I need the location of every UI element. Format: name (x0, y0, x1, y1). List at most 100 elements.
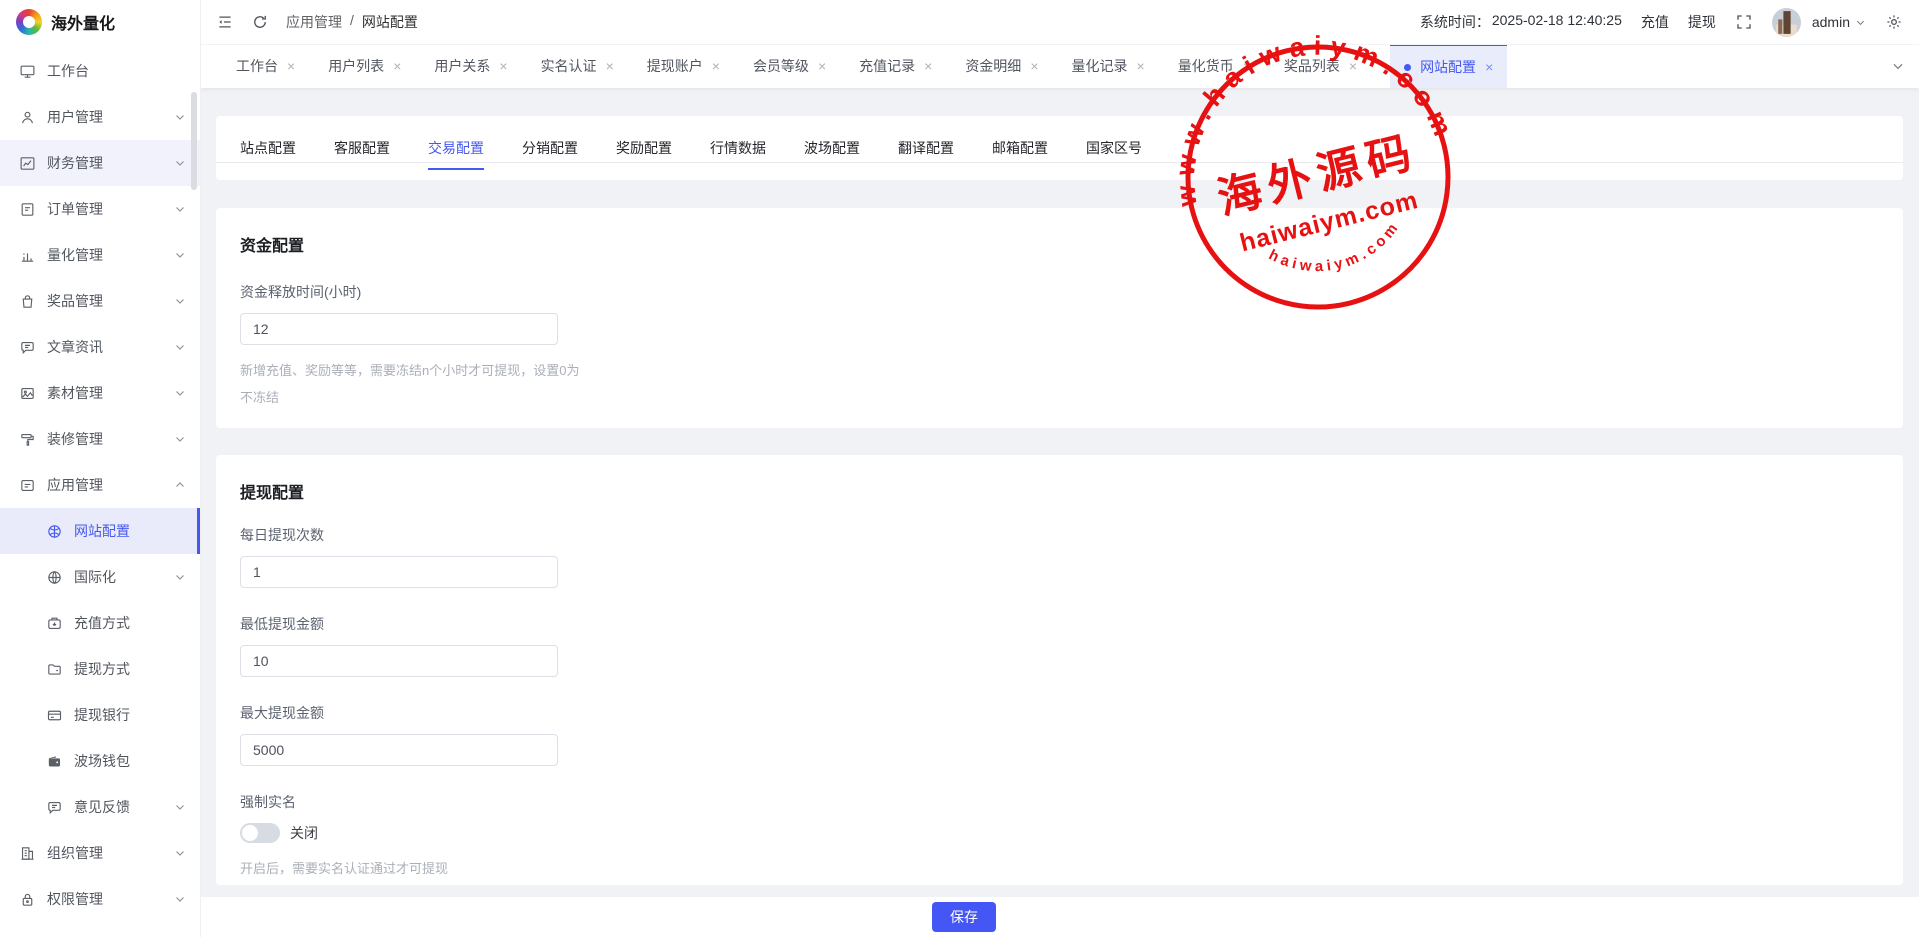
save-button[interactable]: 保存 (932, 902, 996, 932)
tab-member-level[interactable]: 会员等级 × (753, 44, 826, 88)
tab-options-chevron-icon[interactable] (1891, 59, 1905, 73)
subtab-market-data[interactable]: 行情数据 (710, 138, 766, 169)
tab-quant-records[interactable]: 量化记录 × (1072, 44, 1145, 88)
refresh-icon[interactable] (251, 13, 269, 31)
pay-icon (46, 615, 63, 632)
fullscreen-icon[interactable] (1735, 13, 1753, 31)
close-icon[interactable]: × (712, 59, 720, 73)
subtab-tron[interactable]: 波场配置 (804, 138, 860, 169)
close-icon[interactable]: × (924, 59, 932, 73)
subtab-site[interactable]: 站点配置 (240, 138, 296, 169)
top-header: 应用管理 / 网站配置 系统时间： 2025-02-18 12:40:25 充值… (200, 0, 1919, 45)
close-icon[interactable]: × (1030, 59, 1038, 73)
section-title: 资金配置 (240, 208, 1879, 256)
sidebar-item-order-mgmt[interactable]: 订单管理 (0, 186, 200, 232)
tab-quant-currency[interactable]: 量化货币 × (1178, 44, 1251, 88)
user-menu[interactable]: admin (1812, 14, 1866, 30)
sidebar-item-app-mgmt[interactable]: 应用管理 (0, 462, 200, 508)
chevron-up-icon (174, 479, 186, 491)
chevron-down-icon (174, 249, 186, 261)
close-icon[interactable]: × (393, 59, 401, 73)
sidebar-item-tron-wallet[interactable]: 波场钱包 (0, 738, 200, 784)
close-icon[interactable]: × (818, 59, 826, 73)
sidebar-item-feedback[interactable]: 意见反馈 (0, 784, 200, 830)
tab-label: 用户关系 (434, 56, 490, 76)
chart-icon (19, 155, 36, 172)
sidebar-item-org-mgmt[interactable]: 组织管理 (0, 830, 200, 876)
sidebar-item-quant-mgmt[interactable]: 量化管理 (0, 232, 200, 278)
chevron-down-icon (174, 203, 186, 215)
tab-label: 资金明细 (965, 56, 1021, 76)
subtab-trade[interactable]: 交易配置 (428, 138, 484, 169)
breadcrumb-parent[interactable]: 应用管理 (286, 12, 342, 32)
release-time-input[interactable] (240, 313, 558, 345)
sidebar-item-recharge-method[interactable]: 充值方式 (0, 600, 200, 646)
tab-user-list[interactable]: 用户列表 × (328, 44, 401, 88)
subtab-reward[interactable]: 奖励配置 (616, 138, 672, 169)
sidebar-item-workbench[interactable]: 工作台 (0, 48, 200, 94)
gear-icon[interactable] (1885, 13, 1903, 31)
sidebar-item-material-mgmt[interactable]: 素材管理 (0, 370, 200, 416)
tab-site-config[interactable]: 网站配置 × (1390, 44, 1507, 88)
tab-label: 充值记录 (859, 56, 915, 76)
close-icon[interactable]: × (606, 59, 614, 73)
tab-workbench[interactable]: 工作台 × (236, 44, 295, 88)
fund-config-card: 资金配置 资金释放时间(小时) 新增充值、奖励等等，需要冻结n个小时才可提现，设… (216, 208, 1903, 428)
subtab-translation[interactable]: 翻译配置 (898, 138, 954, 169)
tab-withdraw-account[interactable]: 提现账户 × (647, 44, 720, 88)
sidebar-item-decoration-mgmt[interactable]: 装修管理 (0, 416, 200, 462)
close-icon[interactable]: × (1485, 60, 1493, 74)
sidebar-item-article-news[interactable]: 文章资讯 (0, 324, 200, 370)
sidebar-item-label: 充值方式 (74, 613, 130, 633)
chevron-down-icon (174, 157, 186, 169)
tab-user-relations[interactable]: 用户关系 × (434, 44, 507, 88)
sidebar-item-label: 组织管理 (47, 843, 103, 863)
subtab-country-code[interactable]: 国家区号 (1086, 138, 1142, 169)
close-icon[interactable]: × (287, 59, 295, 73)
sidebar-item-withdraw-method[interactable]: 提现方式 (0, 646, 200, 692)
sidebar-item-i18n[interactable]: 国际化 (0, 554, 200, 600)
field-label-release-time: 资金释放时间(小时) (240, 282, 1879, 302)
user-icon (19, 109, 36, 126)
sidebar-item-prize-mgmt[interactable]: 奖品管理 (0, 278, 200, 324)
sidebar-item-label: 权限管理 (47, 889, 103, 909)
collapse-sidebar-icon[interactable] (216, 13, 234, 31)
globe-icon (46, 569, 63, 586)
recharge-button[interactable]: 充值 (1641, 12, 1669, 32)
field-label-max-amount: 最大提现金额 (240, 703, 1879, 723)
close-icon[interactable]: × (1349, 59, 1357, 73)
close-icon[interactable]: × (1243, 59, 1251, 73)
subtab-distribution[interactable]: 分销配置 (522, 138, 578, 169)
avatar-image (1772, 8, 1801, 37)
force-realname-toggle[interactable] (240, 823, 280, 843)
chevron-down-icon (1855, 17, 1866, 28)
app-logo-row: 海外量化 (0, 0, 200, 44)
tab-prize-list[interactable]: 奖品列表 × (1284, 44, 1357, 88)
withdraw-button[interactable]: 提现 (1688, 12, 1716, 32)
close-icon[interactable]: × (1137, 59, 1145, 73)
daily-withdraw-times-input[interactable] (240, 556, 558, 588)
max-withdraw-amount-input[interactable] (240, 734, 558, 766)
chevron-down-icon (174, 847, 186, 859)
tab-fund-details[interactable]: 资金明细 × (965, 44, 1038, 88)
subtab-customer-service[interactable]: 客服配置 (334, 138, 390, 169)
feedback-icon (46, 799, 63, 816)
paint-roller-icon (19, 431, 36, 448)
min-withdraw-amount-input[interactable] (240, 645, 558, 677)
force-realname-row: 关闭 (240, 823, 1879, 843)
app-title: 海外量化 (51, 10, 115, 34)
sidebar-item-finance-mgmt[interactable]: 财务管理 (0, 140, 200, 186)
sidebar-item-withdraw-bank[interactable]: 提现银行 (0, 692, 200, 738)
avatar[interactable] (1772, 8, 1801, 37)
bank-card-icon (46, 707, 63, 724)
sidebar-item-user-mgmt[interactable]: 用户管理 (0, 94, 200, 140)
subtab-email[interactable]: 邮箱配置 (992, 138, 1048, 169)
sidebar-item-permission-mgmt[interactable]: 权限管理 (0, 876, 200, 922)
tab-realname-auth[interactable]: 实名认证 × (541, 44, 614, 88)
field-label-force-realname: 强制实名 (240, 792, 1879, 812)
close-icon[interactable]: × (499, 59, 507, 73)
sidebar-scrollbar[interactable] (191, 92, 197, 190)
sidebar-item-site-config[interactable]: 网站配置 (0, 508, 200, 554)
tab-recharge-records[interactable]: 充值记录 × (859, 44, 932, 88)
breadcrumb-separator: / (350, 12, 354, 32)
